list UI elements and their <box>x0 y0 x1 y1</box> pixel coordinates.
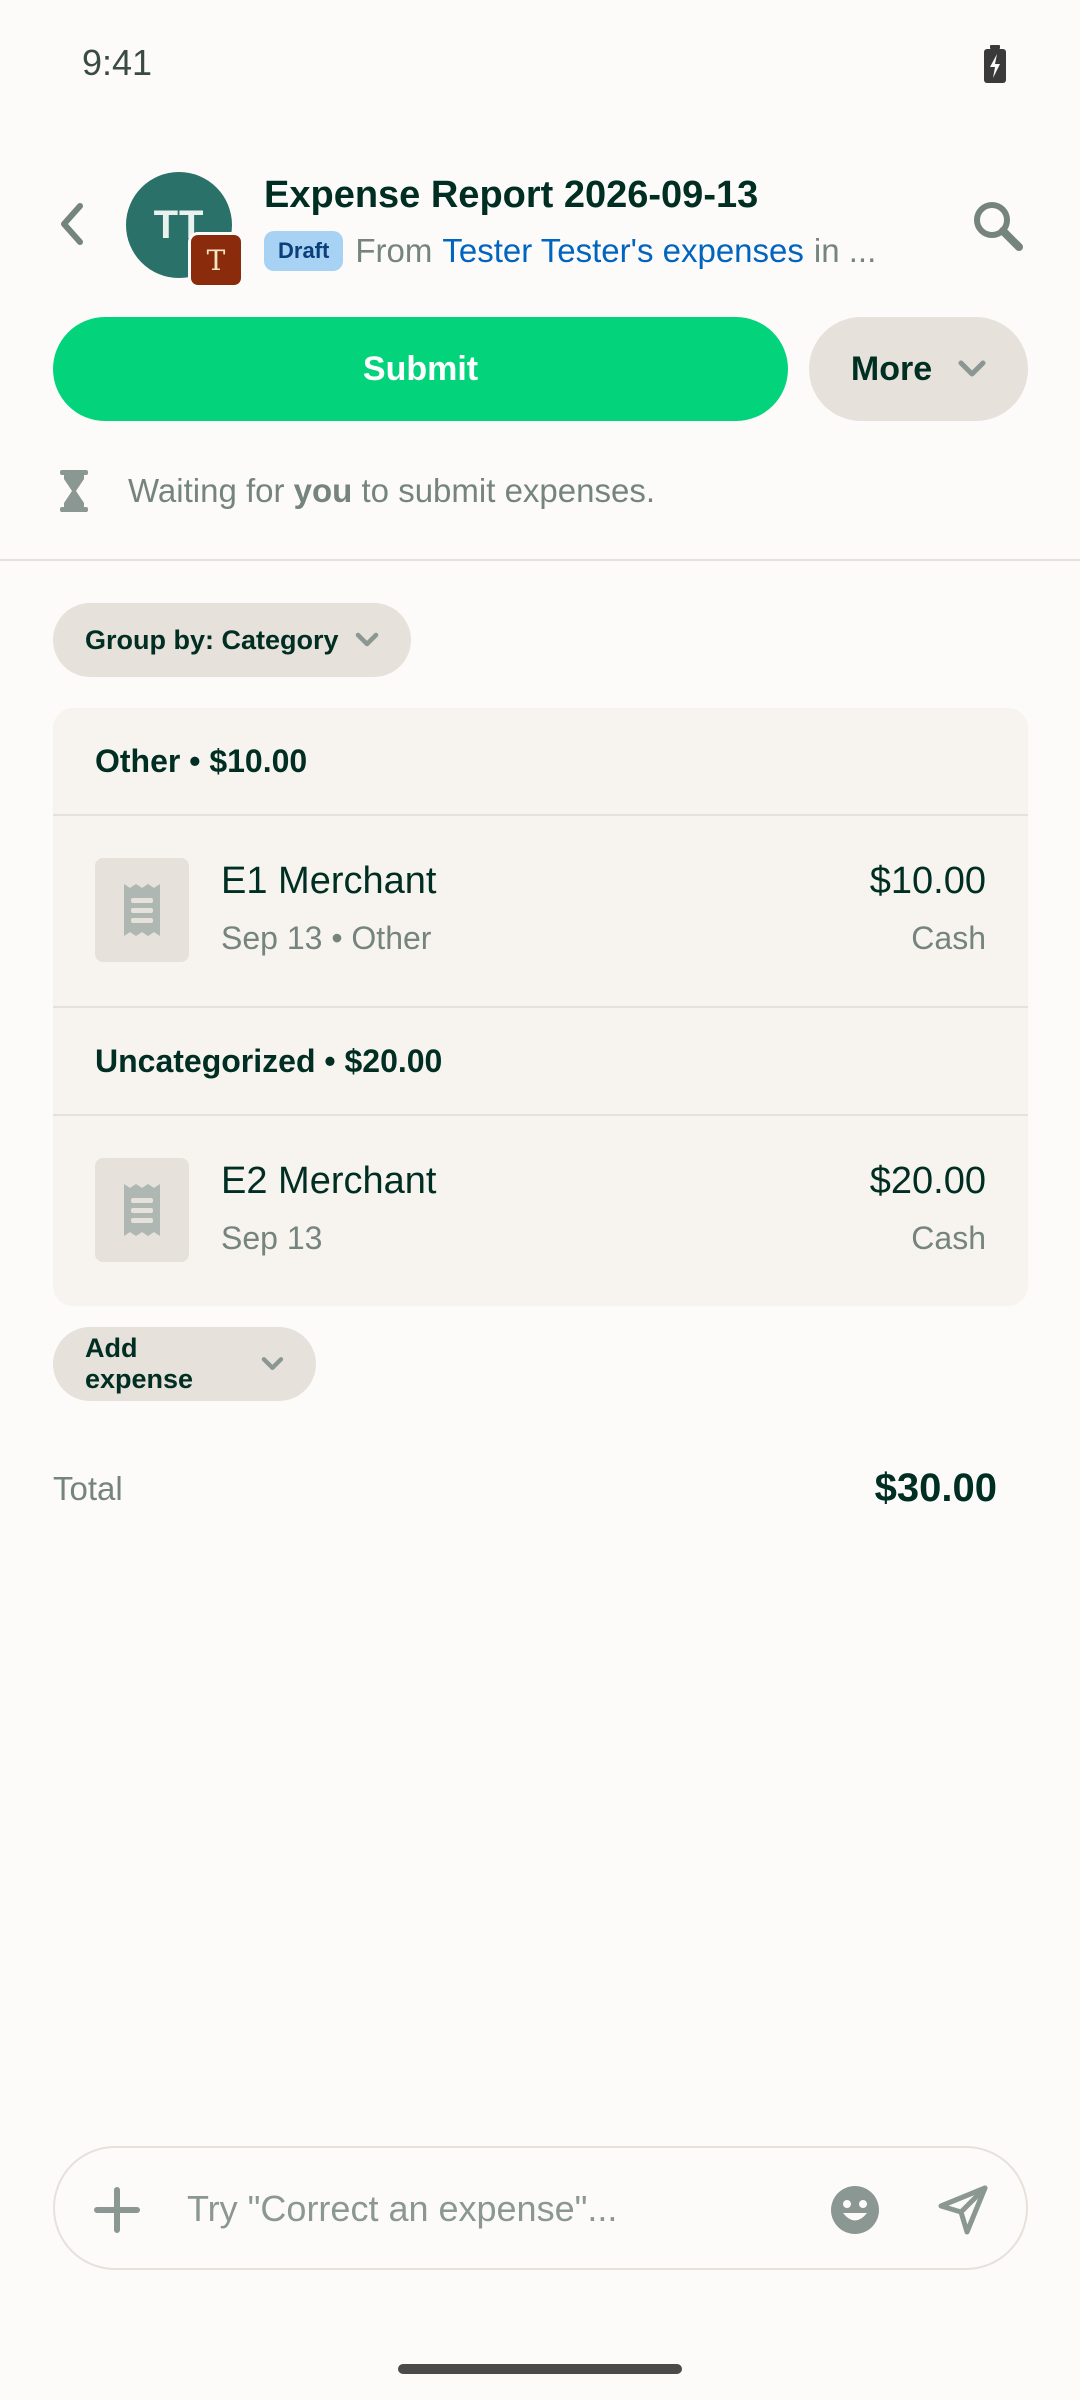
workspace-initial: T <box>206 243 226 277</box>
receipt-thumbnail <box>95 858 189 962</box>
total-value: $30.00 <box>874 1466 997 1510</box>
expense-row[interactable]: E1 Merchant Sep 13 • Other $10.00 Cash <box>53 816 1028 1006</box>
search-icon <box>974 202 1023 251</box>
merchant-name: E2 Merchant <box>221 1160 437 1202</box>
status-badge: Draft <box>264 231 344 271</box>
waiting-text: Waiting for you to submit expenses. <box>128 472 655 509</box>
chevron-down-icon <box>958 360 986 377</box>
receipt-thumbnail <box>95 1158 189 1262</box>
expense-meta: Sep 13 <box>221 1220 323 1256</box>
more-label: More <box>850 349 933 388</box>
receipt-icon <box>124 1184 160 1236</box>
expense-amount: $10.00 <box>869 860 986 902</box>
merchant-name: E1 Merchant <box>221 860 437 902</box>
waiting-actor: you <box>293 472 353 509</box>
total-label: Total <box>53 1470 123 1507</box>
battery-charging-icon <box>982 45 1008 88</box>
submit-button[interactable]: Submit <box>53 317 788 421</box>
from-label: From <box>355 232 433 269</box>
add-expense-button[interactable]: Add expense <box>53 1327 316 1401</box>
plus-icon <box>94 2187 140 2233</box>
status-time: 9:41 <box>82 42 153 83</box>
attach-button[interactable] <box>91 2184 143 2236</box>
section-header-other: Other • $10.00 <box>95 742 308 779</box>
section-header-uncategorized: Uncategorized • $20.00 <box>95 1042 443 1079</box>
group-by-button[interactable]: Group by: Category <box>53 603 411 677</box>
chevron-down-icon <box>355 632 378 647</box>
home-indicator[interactable] <box>398 2364 682 2374</box>
emoji-icon <box>831 2186 879 2234</box>
report-subtitle: Draft From Tester Tester's expenses in .… <box>264 228 904 274</box>
receipt-icon <box>124 884 160 936</box>
workspace-avatar: T <box>188 232 244 288</box>
group-by-label: Group by: Category <box>85 624 339 655</box>
emoji-button[interactable] <box>829 2184 881 2236</box>
composer-input[interactable] <box>187 2174 827 2244</box>
back-button[interactable] <box>50 194 94 254</box>
chevron-left-icon <box>61 203 83 245</box>
workspace-link[interactable]: Tester Tester's expenses <box>442 232 804 270</box>
search-button[interactable] <box>970 198 1026 254</box>
expense-amount: $20.00 <box>869 1160 986 1202</box>
chat-composer <box>53 2146 1028 2270</box>
status-bar: 9:41 <box>0 0 1080 130</box>
expense-meta: Sep 13 • Other <box>221 920 432 956</box>
next-step-message: Waiting for you to submit expenses. <box>58 466 655 516</box>
expense-list: Other • $10.00 E1 Merchant Sep 13 • Othe… <box>53 708 1028 1306</box>
submit-label: Submit <box>362 349 479 388</box>
expense-row[interactable]: E2 Merchant Sep 13 $20.00 Cash <box>53 1116 1028 1306</box>
report-header: TT T Expense Report 2026-09-13 Draft Fro… <box>0 160 1080 290</box>
hourglass-icon <box>60 470 88 512</box>
send-button[interactable] <box>937 2184 989 2236</box>
add-expense-label: Add expense <box>85 1333 194 1394</box>
page-title[interactable]: Expense Report 2026-09-13 <box>264 174 758 217</box>
divider <box>0 559 1080 561</box>
more-button[interactable]: More <box>809 317 1028 421</box>
chevron-down-icon <box>261 1357 284 1370</box>
send-icon <box>938 2185 988 2235</box>
in-label: in ... <box>813 232 877 269</box>
payment-method: Cash <box>911 920 986 956</box>
payment-method: Cash <box>911 1220 986 1256</box>
